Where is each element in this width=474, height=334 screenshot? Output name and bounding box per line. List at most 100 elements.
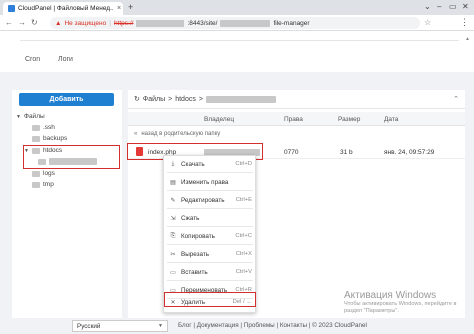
bookmark-star-icon[interactable]: ☆ bbox=[424, 18, 431, 27]
breadcrumb-root[interactable]: Файлы bbox=[143, 96, 165, 103]
browser-menu-icon[interactable]: ⋮ bbox=[460, 17, 469, 28]
menu-item-paste[interactable]: ▭ Вставить Ctrl+V bbox=[164, 266, 257, 278]
caret-down-icon[interactable]: ▼ bbox=[16, 114, 21, 120]
menu-item-label: Вырезать bbox=[181, 250, 210, 258]
add-button[interactable]: Добавить bbox=[19, 93, 114, 106]
redacted-site bbox=[220, 19, 271, 27]
watermark-subtitle: Чтобы активировать Windows, перейдите в … bbox=[344, 301, 457, 314]
page-footer: Русский ▼ Блог | Документация | Проблемы… bbox=[0, 318, 474, 334]
language-select[interactable]: Русский ▼ bbox=[72, 320, 168, 332]
col-size[interactable]: Размер bbox=[338, 116, 360, 123]
context-menu: ⤓ Скачать Ctrl+D ▤ Изменить права ✎ Реда… bbox=[163, 155, 256, 313]
menu-divider bbox=[167, 244, 253, 245]
tree-item-tmp[interactable]: tmp bbox=[32, 181, 54, 188]
menu-item-label: Сжать bbox=[181, 214, 200, 222]
tree-item-label: logs bbox=[43, 170, 55, 177]
menu-item-shortcut: Ctrl+C bbox=[235, 233, 252, 239]
url-input[interactable]: ▲ Не защищено | https:// :8443/site/ fil… bbox=[50, 17, 420, 29]
menu-item-shortcut: Ctrl+X bbox=[235, 251, 252, 257]
folder-icon bbox=[32, 135, 40, 142]
url-scheme: https:// bbox=[113, 19, 134, 27]
file-size: 31 b bbox=[340, 149, 353, 156]
col-permissions[interactable]: Права bbox=[284, 116, 303, 123]
menu-item-shortcut: Ctrl+V bbox=[235, 269, 252, 275]
tab-close-icon[interactable]: × bbox=[117, 5, 121, 12]
footer-link-blog[interactable]: Блог bbox=[178, 322, 192, 329]
tab-title: CloudPanel | Файловый Менед... bbox=[18, 5, 114, 12]
highlight-annotation bbox=[164, 292, 256, 307]
breadcrumb-separator: > bbox=[168, 95, 173, 103]
tree-item-backups[interactable]: backups bbox=[32, 135, 67, 142]
menu-item-copy[interactable]: ⎘ Копировать Ctrl+C bbox=[164, 230, 257, 242]
redacted-breadcrumb bbox=[205, 95, 276, 103]
cloudpanel-favicon-icon bbox=[8, 5, 15, 12]
window-close-icon[interactable]: ✕ bbox=[462, 2, 469, 11]
address-bar-row: ← → ↻ ▲ Не защищено | https:// :8443/sit… bbox=[0, 15, 474, 31]
footer-link-issues[interactable]: Проблемы bbox=[244, 322, 275, 329]
table-header: Владелец Права Размер Дата bbox=[128, 112, 465, 126]
tree-item-label: tmp bbox=[43, 181, 54, 188]
refresh-icon[interactable]: ↻ bbox=[134, 95, 140, 103]
footer-link-docs[interactable]: Документация bbox=[197, 322, 239, 329]
tree-item-files[interactable]: ▼ Файлы bbox=[16, 113, 45, 120]
breadcrumb-separator: > bbox=[198, 95, 203, 103]
parent-folder-link[interactable]: « назад в родительскую папку bbox=[134, 131, 220, 137]
forward-icon[interactable]: → bbox=[18, 18, 26, 27]
footer-links: Блог | Документация | Проблемы | Контакт… bbox=[178, 322, 367, 329]
col-date[interactable]: Дата bbox=[384, 116, 398, 123]
file-tree-panel: Добавить ▼ Файлы .ssh backups ▼ htdocs l… bbox=[12, 90, 122, 320]
breadcrumb: ↻ Файлы > htdocs > bbox=[134, 95, 276, 103]
tree-item-label: .ssh bbox=[43, 124, 55, 131]
folder-icon bbox=[32, 181, 40, 188]
menu-item-edit[interactable]: ✎ Редактировать Ctrl+E bbox=[164, 194, 257, 206]
redacted-host bbox=[136, 19, 185, 27]
back-arrow-icon: « bbox=[134, 131, 138, 137]
menu-item-download[interactable]: ⤓ Скачать Ctrl+D bbox=[164, 158, 257, 170]
edit-icon: ✎ bbox=[170, 197, 176, 204]
minimize-icon[interactable]: – bbox=[437, 2, 441, 11]
url-separator: | bbox=[109, 19, 111, 27]
menu-divider bbox=[167, 280, 253, 281]
file-permissions: 0770 bbox=[284, 149, 299, 156]
tree-item-ssh[interactable]: .ssh bbox=[32, 124, 55, 131]
highlight-annotation bbox=[23, 145, 120, 169]
footer-link-contacts[interactable]: Контакты bbox=[280, 322, 307, 329]
menu-item-label: Скачать bbox=[181, 160, 205, 168]
permissions-icon: ▤ bbox=[170, 179, 176, 186]
menu-divider bbox=[167, 190, 253, 191]
download-icon: ⤓ bbox=[171, 160, 175, 167]
compress-icon: ⇲ bbox=[170, 215, 176, 222]
new-tab-button[interactable]: + bbox=[128, 2, 133, 12]
page-topnav: Cron Логи bbox=[0, 34, 474, 72]
not-secure-label: Не защищено bbox=[64, 19, 107, 27]
col-owner[interactable]: Владелец bbox=[204, 116, 234, 123]
menu-item-permissions[interactable]: ▤ Изменить права bbox=[164, 176, 257, 188]
browser-tab[interactable]: CloudPanel | Файловый Менед... × bbox=[3, 2, 123, 15]
menu-item-shortcut: Ctrl+D bbox=[235, 161, 252, 167]
paste-icon: ▭ bbox=[170, 269, 176, 276]
menu-divider bbox=[167, 208, 253, 209]
breadcrumb-htdocs[interactable]: htdocs bbox=[175, 96, 196, 103]
topnav-divider bbox=[20, 40, 459, 41]
menu-item-cut[interactable]: ✂ Вырезать Ctrl+X bbox=[164, 248, 257, 260]
nav-logs[interactable]: Логи bbox=[58, 56, 73, 63]
scroll-up-icon[interactable]: ▲ bbox=[465, 36, 470, 42]
menu-item-label: Вставить bbox=[181, 268, 208, 276]
url-path: :8443/site/ bbox=[187, 19, 218, 27]
menu-item-label: Копировать bbox=[181, 232, 215, 240]
warning-icon: ▲ bbox=[55, 19, 62, 27]
menu-item-compress[interactable]: ⇲ Сжать bbox=[164, 212, 257, 224]
cut-icon: ✂ bbox=[170, 251, 176, 258]
back-icon[interactable]: ← bbox=[5, 18, 13, 27]
footer-copyright: © 2023 CloudPanel bbox=[312, 322, 367, 329]
tree-item-logs[interactable]: logs bbox=[32, 170, 55, 177]
chevron-down-icon[interactable]: ⌄ bbox=[424, 2, 431, 11]
watermark-title: Активация Windows bbox=[344, 290, 437, 301]
menu-item-label: Редактировать bbox=[181, 196, 225, 204]
maximize-icon[interactable]: ▭ bbox=[449, 2, 457, 11]
nav-cron[interactable]: Cron bbox=[25, 56, 40, 63]
breadcrumb-divider bbox=[128, 108, 465, 109]
reload-icon[interactable]: ↻ bbox=[31, 18, 38, 27]
menu-divider bbox=[167, 172, 253, 173]
chevron-up-icon[interactable]: ⌃ bbox=[453, 95, 459, 103]
